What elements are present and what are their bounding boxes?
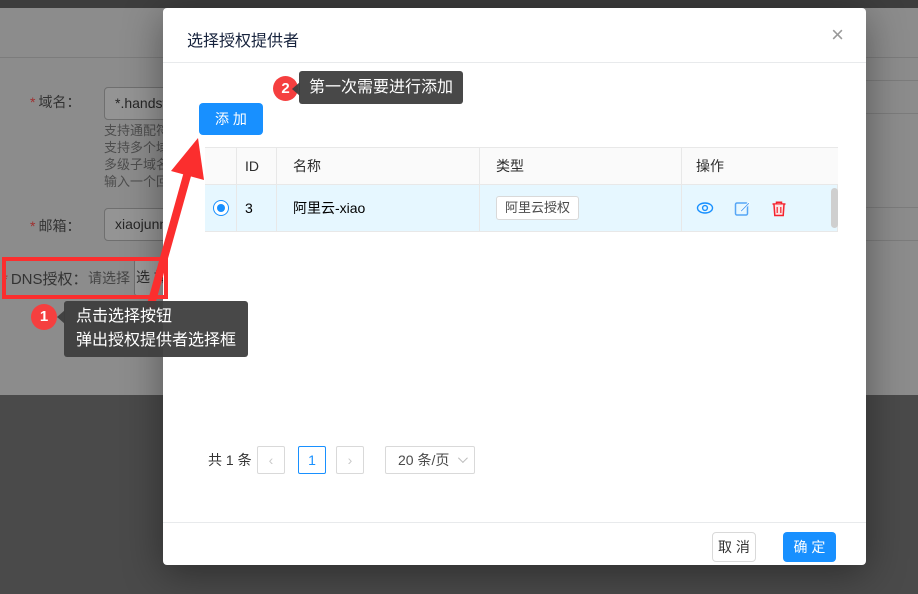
- radio-selected[interactable]: [213, 200, 229, 216]
- pagination: 共 1 条 ‹ 1 › 20 条/页: [163, 446, 866, 474]
- required-asterisk: *: [30, 94, 35, 110]
- type-tag: 阿里云授权: [496, 196, 579, 220]
- required-asterisk: *: [30, 218, 35, 234]
- header-cell-name: 名称: [277, 148, 480, 184]
- background-table-line: [866, 207, 918, 208]
- background-table-line: [866, 113, 918, 114]
- background-top-navbar: [0, 0, 918, 8]
- row-actions-cell: [682, 185, 838, 231]
- row-type-cell: 阿里云授权: [480, 185, 682, 231]
- header-cell-type: 类型: [480, 148, 682, 184]
- row-name-cell: 阿里云-xiao: [277, 185, 480, 231]
- edit-icon[interactable]: [734, 200, 751, 217]
- cancel-button[interactable]: 取 消: [712, 532, 756, 562]
- background-table-line: [866, 240, 918, 241]
- modal-footer: 取 消 确 定: [163, 522, 866, 565]
- page-size-value: 20 条/页: [398, 452, 449, 468]
- background-table-line: [866, 80, 918, 81]
- header-cell-actions: 操作: [682, 148, 838, 184]
- domain-field-label: *域名：: [30, 92, 80, 112]
- page-size-select[interactable]: 20 条/页: [385, 446, 475, 474]
- pagination-page-1[interactable]: 1: [298, 446, 326, 474]
- dns-row-highlight-box: [2, 257, 168, 299]
- chevron-down-icon: [458, 453, 468, 463]
- table-row[interactable]: 3 阿里云-xiao 阿里云授权: [205, 185, 838, 232]
- view-icon[interactable]: [696, 199, 714, 217]
- delete-icon[interactable]: [771, 200, 787, 217]
- modal-title: 选择授权提供者: [187, 27, 299, 51]
- row-id-cell: 3: [237, 185, 277, 231]
- confirm-button[interactable]: 确 定: [783, 532, 836, 562]
- step-1-tooltip-line2: 弹出授权提供者选择框: [76, 329, 236, 353]
- add-button[interactable]: 添 加: [199, 103, 263, 135]
- step-1-badge: 1: [31, 304, 57, 330]
- header-cell-id: ID: [237, 148, 277, 184]
- pagination-next-button[interactable]: ›: [336, 446, 364, 474]
- email-field-label: *邮箱：: [30, 216, 80, 236]
- provider-table: ID 名称 类型 操作 3 阿里云-xiao 阿里云授权: [205, 147, 838, 232]
- step-1-tooltip-line1: 点击选择按钮: [76, 305, 236, 329]
- email-input[interactable]: xiaojunnuo: [104, 208, 170, 241]
- close-icon[interactable]: ×: [831, 22, 844, 48]
- step-2-tooltip: 第一次需要进行添加: [299, 71, 463, 104]
- table-header-row: ID 名称 类型 操作: [205, 148, 838, 185]
- select-provider-modal: 选择授权提供者 × 添 加 ID 名称 类型 操作 3 阿里云-xiao 阿里云…: [163, 8, 866, 565]
- row-select-cell: [205, 185, 237, 231]
- step-1-tooltip: 点击选择按钮 弹出授权提供者选择框: [64, 301, 248, 357]
- domain-input[interactable]: *.handsfree: [104, 87, 170, 120]
- header-cell-select: [205, 148, 237, 184]
- table-scrollbar-thumb[interactable]: [831, 188, 838, 228]
- pagination-prev-button[interactable]: ‹: [257, 446, 285, 474]
- modal-header: 选择授权提供者 ×: [163, 8, 866, 63]
- pagination-total: 共 1 条: [208, 446, 252, 474]
